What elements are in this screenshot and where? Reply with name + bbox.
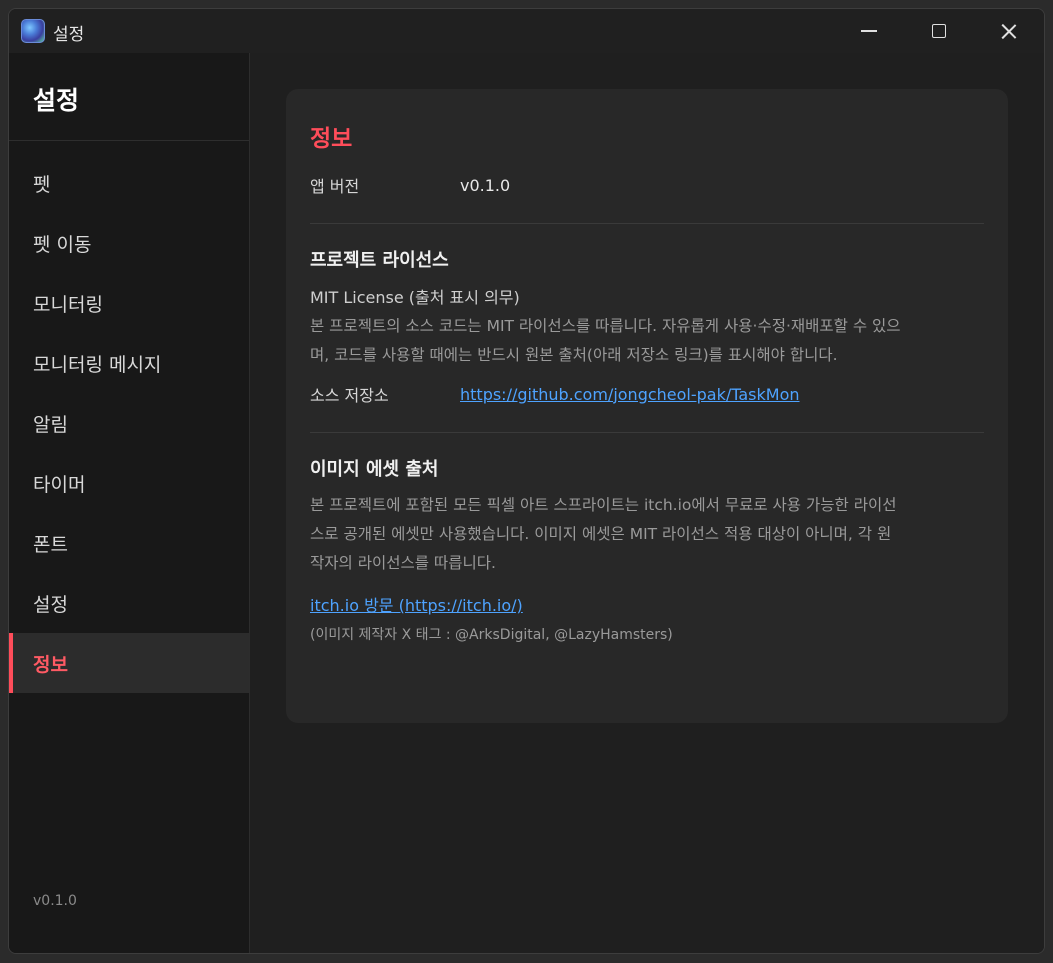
app-version-label: 앱 버전 [310, 177, 360, 196]
section-divider [310, 432, 984, 433]
itch-link-row: itch.io 방문 (https://itch.io/) [310, 592, 984, 616]
repo-row: 소스 저장소 https://github.com/jongcheol-pak/… [310, 382, 984, 406]
minimize-icon [861, 30, 877, 32]
sidebar-version: v0.1.0 [33, 893, 77, 909]
app-version-row: 앱 버전 v0.1.0 [310, 173, 984, 197]
license-description-line: 본 프로젝트의 소스 코드는 MIT 라이선스를 따릅니다. 자유롭게 사용·수… [310, 317, 901, 335]
minimize-button[interactable] [834, 9, 904, 53]
page-title: 정보 [310, 126, 353, 152]
asset-credit: (이미지 제작자 X 태그 : @ArksDigital, @LazyHamst… [310, 627, 673, 643]
license-section-title: 프로젝트 라이선스 [310, 250, 449, 271]
itch-io-link[interactable]: itch.io 방문 (https://itch.io/) [310, 596, 523, 615]
app-icon [21, 19, 45, 43]
license-description: 본 프로젝트의 소스 코드는 MIT 라이선스를 따릅니다. 자유롭게 사용·수… [310, 312, 984, 370]
asset-section-title: 이미지 에셋 출처 [310, 459, 439, 480]
sidebar-item-pet-movement[interactable]: 펫 이동 [9, 213, 249, 273]
sidebar-item-font[interactable]: 폰트 [9, 513, 249, 573]
info-card: 정보 앱 버전 v0.1.0 프로젝트 라이선스 MIT License (출처… [286, 89, 1008, 723]
sidebar-item-monitoring[interactable]: 모니터링 [9, 273, 249, 333]
main-content: 정보 앱 버전 v0.1.0 프로젝트 라이선스 MIT License (출처… [250, 53, 1044, 953]
repo-label: 소스 저장소 [310, 386, 389, 405]
title-bar[interactable]: 설정 [9, 9, 1044, 53]
section-divider [310, 223, 984, 224]
repo-link[interactable]: https://github.com/jongcheol-pak/TaskMon [460, 385, 800, 404]
sidebar-title: 설정 [33, 86, 80, 115]
asset-description-line: 본 프로젝트에 포함된 모든 픽셀 아트 스프라이트는 itch.io에서 무료… [310, 496, 897, 514]
license-name: MIT License (출처 표시 의무) [310, 288, 520, 307]
sidebar-nav: 펫 펫 이동 모니터링 모니터링 메시지 알림 타이머 폰트 설정 정보 [9, 153, 249, 693]
maximize-button[interactable] [904, 9, 974, 53]
close-icon [1001, 23, 1017, 39]
sidebar-item-info[interactable]: 정보 [9, 633, 249, 693]
asset-description: 본 프로젝트에 포함된 모든 픽셀 아트 스프라이트는 itch.io에서 무료… [310, 491, 984, 578]
close-button[interactable] [974, 9, 1044, 53]
app-version-value: v0.1.0 [460, 175, 511, 195]
sidebar-item-monitoring-message[interactable]: 모니터링 메시지 [9, 333, 249, 393]
sidebar-item-settings[interactable]: 설정 [9, 573, 249, 633]
sidebar-item-timer[interactable]: 타이머 [9, 453, 249, 513]
sidebar: 설정 펫 펫 이동 모니터링 모니터링 메시지 알림 타이머 폰트 설정 정보 … [9, 53, 250, 953]
settings-window: 설정 설정 펫 펫 이동 모니터링 모니터링 메시지 알림 타이머 폰트 설정 … [8, 8, 1045, 954]
sidebar-divider [9, 140, 249, 141]
asset-description-line: 작자의 라이선스를 따릅니다. [310, 554, 496, 572]
asset-description-line: 스로 공개된 에셋만 사용했습니다. 이미지 에셋은 MIT 라이선스 적용 대… [310, 525, 892, 543]
sidebar-item-pet[interactable]: 펫 [9, 153, 249, 213]
sidebar-item-notification[interactable]: 알림 [9, 393, 249, 453]
window-title: 설정 [53, 25, 85, 45]
maximize-icon [932, 24, 946, 38]
license-description-line: 며, 코드를 사용할 때에는 반드시 원본 출처(아래 저장소 링크)를 표시해… [310, 346, 838, 364]
